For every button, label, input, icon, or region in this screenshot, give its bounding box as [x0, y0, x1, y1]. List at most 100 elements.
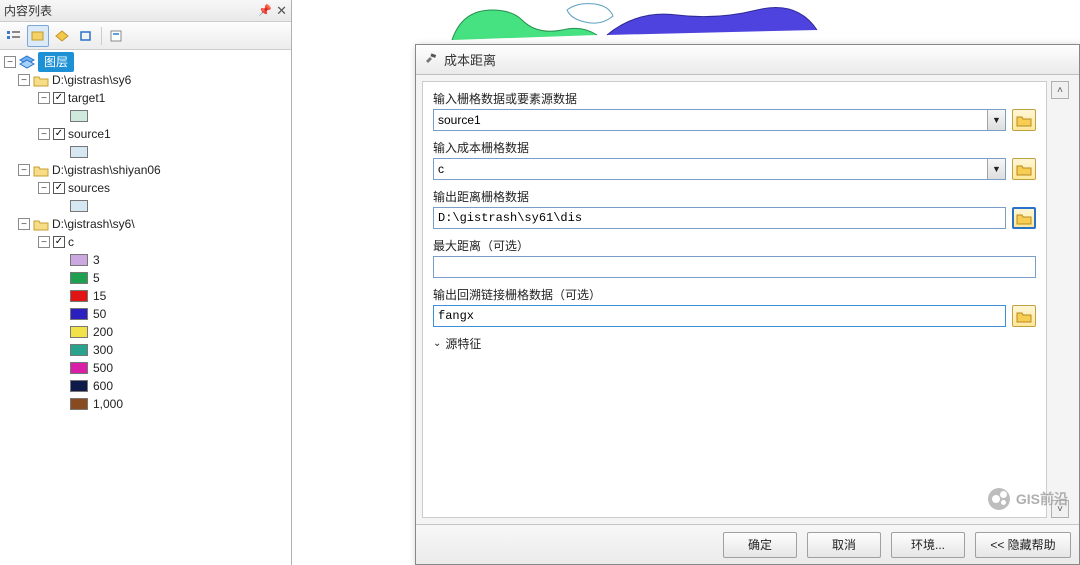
tree-root-row[interactable]: − 图层: [4, 53, 287, 71]
expander-icon[interactable]: −: [38, 128, 50, 140]
cost-combo[interactable]: c ▼: [433, 158, 1006, 180]
field-label-cost: 输入成本栅格数据: [433, 139, 1036, 156]
class-label: 50: [93, 305, 106, 323]
tree-symbol-row[interactable]: [4, 143, 287, 161]
chevron-down-icon[interactable]: ▼: [987, 159, 1005, 179]
tree-group-row[interactable]: − D:\gistrash\shiyan06: [4, 161, 287, 179]
class-swatch[interactable]: [70, 398, 88, 410]
tree-class-row[interactable]: 300: [4, 341, 287, 359]
expander-icon[interactable]: −: [38, 92, 50, 104]
tree-class-row[interactable]: 50: [4, 305, 287, 323]
ok-button[interactable]: 确定: [723, 532, 797, 558]
maxdist-input[interactable]: [433, 256, 1036, 278]
tree-layer-label: source1: [68, 125, 111, 143]
tree-class-row[interactable]: 1,000: [4, 395, 287, 413]
tree-layer-row[interactable]: − source1: [4, 125, 287, 143]
list-by-drawing-order-button[interactable]: [3, 25, 25, 47]
tree-class-row[interactable]: 5: [4, 269, 287, 287]
tree-layer-label: target1: [68, 89, 105, 107]
source-combo[interactable]: source1 ▼: [433, 109, 1006, 131]
expander-icon[interactable]: −: [38, 236, 50, 248]
dialog-titlebar[interactable]: 成本距离: [416, 45, 1079, 75]
field-label-outdist: 输出距离栅格数据: [433, 188, 1036, 205]
class-swatch[interactable]: [70, 272, 88, 284]
tree-class-row[interactable]: 200: [4, 323, 287, 341]
expander-icon[interactable]: −: [4, 56, 16, 68]
tree-group-row[interactable]: − D:\gistrash\sy6: [4, 71, 287, 89]
list-by-selection-button[interactable]: [75, 25, 97, 47]
layer-checkbox[interactable]: [53, 182, 65, 194]
folder-icon: [33, 74, 49, 87]
toc-tree[interactable]: − 图层 − D:\gistrash\sy6 − target1: [0, 50, 291, 565]
tree-layer-label: c: [68, 233, 74, 251]
class-swatch[interactable]: [70, 290, 88, 302]
browse-source-button[interactable]: [1012, 109, 1036, 131]
chevron-down-icon[interactable]: ▼: [987, 110, 1005, 130]
list-by-source-button[interactable]: [27, 25, 49, 47]
tree-layer-label: sources: [68, 179, 110, 197]
dialog-scrollbar[interactable]: ˄ ˅: [1047, 81, 1073, 518]
tree-class-row[interactable]: 15: [4, 287, 287, 305]
toc-header: 内容列表 📌 ✕: [0, 0, 291, 22]
pin-icon[interactable]: 📌: [258, 4, 272, 17]
tree-group-label: D:\gistrash\sy6: [52, 71, 131, 89]
class-label: 500: [93, 359, 113, 377]
source-value: source1: [438, 113, 987, 127]
class-swatch[interactable]: [70, 344, 88, 356]
layer-checkbox[interactable]: [53, 92, 65, 104]
tree-layer-row[interactable]: − c: [4, 233, 287, 251]
class-label: 300: [93, 341, 113, 359]
cancel-button[interactable]: 取消: [807, 532, 881, 558]
class-label: 1,000: [93, 395, 123, 413]
expander-icon[interactable]: −: [38, 182, 50, 194]
scroll-down-icon[interactable]: ˅: [1051, 500, 1069, 518]
tree-symbol-row[interactable]: [4, 197, 287, 215]
close-icon[interactable]: ✕: [276, 3, 287, 19]
outdist-input[interactable]: [433, 207, 1006, 229]
toc-title: 内容列表: [4, 2, 258, 19]
dialog-content: 输入栅格数据或要素源数据 source1 ▼ 输入成本栅格数据 c: [422, 81, 1047, 518]
hide-help-button[interactable]: << 隐藏帮助: [975, 532, 1071, 558]
tree-class-row[interactable]: 600: [4, 377, 287, 395]
chevron-down-icon: ⌄: [433, 338, 441, 349]
section-toggle-label: 源特征: [445, 335, 481, 352]
tree-symbol-row[interactable]: [4, 107, 287, 125]
tree-layer-row[interactable]: − target1: [4, 89, 287, 107]
backlink-input[interactable]: [433, 305, 1006, 327]
layer-checkbox[interactable]: [53, 128, 65, 140]
symbol-swatch[interactable]: [70, 146, 88, 158]
field-label-maxdist: 最大距离（可选）: [433, 237, 1036, 254]
list-by-visibility-button[interactable]: [51, 25, 73, 47]
tree-class-row[interactable]: 3: [4, 251, 287, 269]
tree-group-label: D:\gistrash\sy6\: [52, 215, 135, 233]
tree-group-row[interactable]: − D:\gistrash\sy6\: [4, 215, 287, 233]
options-button[interactable]: [106, 25, 128, 47]
browse-cost-button[interactable]: [1012, 158, 1036, 180]
class-swatch[interactable]: [70, 380, 88, 392]
tree-class-row[interactable]: 500: [4, 359, 287, 377]
tool-icon: [424, 53, 438, 67]
cost-distance-dialog: 成本距离 输入栅格数据或要素源数据 source1 ▼ 输入成本栅格数据: [415, 44, 1080, 565]
class-label: 200: [93, 323, 113, 341]
browse-backlink-button[interactable]: [1012, 305, 1036, 327]
class-swatch[interactable]: [70, 254, 88, 266]
layer-checkbox[interactable]: [53, 236, 65, 248]
symbol-swatch[interactable]: [70, 200, 88, 212]
expander-icon[interactable]: −: [18, 164, 30, 176]
expander-icon[interactable]: −: [18, 218, 30, 230]
toolbar-separator: [101, 27, 102, 45]
scroll-up-icon[interactable]: ˄: [1051, 81, 1069, 99]
symbol-swatch[interactable]: [70, 110, 88, 122]
class-swatch[interactable]: [70, 362, 88, 374]
toc-toolbar: [0, 22, 291, 50]
browse-outdist-button[interactable]: [1012, 207, 1036, 229]
environments-button[interactable]: 环境...: [891, 532, 965, 558]
class-swatch[interactable]: [70, 308, 88, 320]
class-label: 600: [93, 377, 113, 395]
tree-layer-row[interactable]: − sources: [4, 179, 287, 197]
tree-root-label[interactable]: 图层: [38, 52, 74, 72]
class-swatch[interactable]: [70, 326, 88, 338]
folder-icon: [33, 218, 49, 231]
source-characteristics-toggle[interactable]: ⌄ 源特征: [433, 335, 1036, 352]
expander-icon[interactable]: −: [18, 74, 30, 86]
